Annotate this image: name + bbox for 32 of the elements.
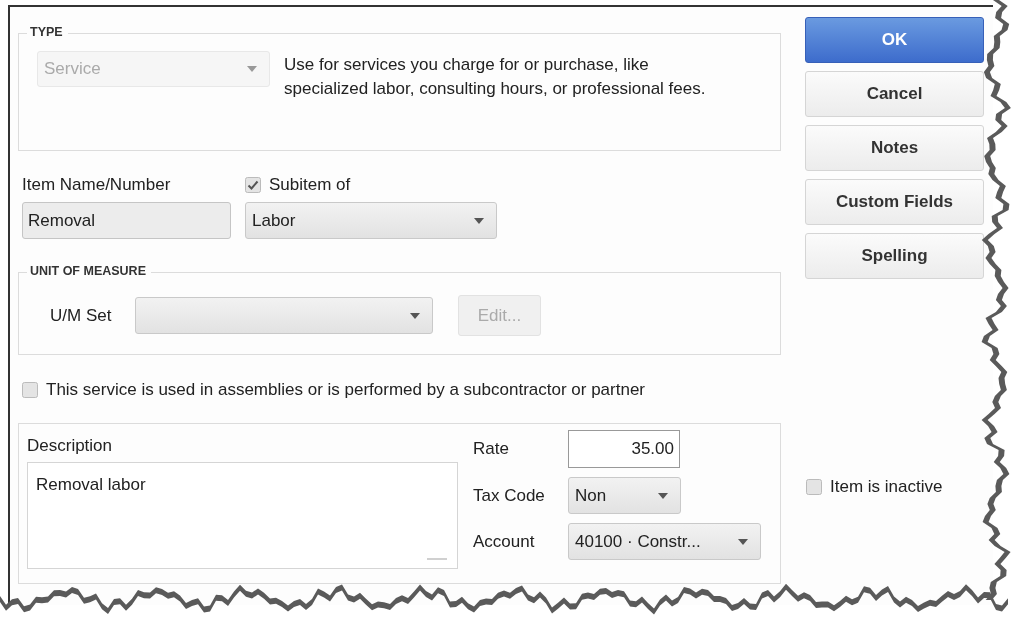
field-label: Account	[473, 531, 535, 552]
type-description: Use for services you charge for or purchase, like specialized labor, consulting hours, or professional fees.	[284, 54, 707, 100]
checkbox[interactable]	[22, 382, 38, 398]
field-label: Rate	[473, 439, 509, 459]
dropdown[interactable]	[135, 297, 433, 334]
dialog-button[interactable]: Notes	[805, 125, 984, 171]
caret-icon	[410, 312, 420, 319]
checkbox-label: Item is inactive	[830, 477, 943, 497]
field-label: Item Name/Number	[22, 175, 172, 195]
dropdown[interactable]: Labor	[245, 202, 497, 239]
dialog-button[interactable]: Spelling	[805, 233, 984, 279]
caret-icon	[247, 66, 257, 72]
ok-button[interactable]: OK	[805, 17, 984, 63]
caret-icon	[474, 217, 484, 224]
checkbox[interactable]	[245, 177, 261, 193]
rate-field[interactable]: 35.00	[568, 430, 680, 468]
checkbox-label: This service is used in assemblies or is performed by a subcontractor or partner	[46, 380, 646, 400]
checkbox[interactable]	[806, 479, 822, 495]
field-label: U/M Set	[50, 305, 113, 326]
field-label: Tax Code	[473, 485, 545, 506]
item-name-field[interactable]: Removal	[22, 202, 231, 239]
checkbox-label: Subitem of	[269, 175, 351, 195]
group-title: TYPE	[27, 25, 68, 39]
group-title: UNIT OF MEASURE	[27, 264, 151, 278]
caret-icon	[738, 538, 748, 545]
caret-icon	[658, 492, 668, 499]
dropdown[interactable]: 40100 · Constr...	[568, 523, 761, 560]
dialog-button[interactable]: Custom Fields	[805, 179, 984, 225]
dropdown[interactable]: Non	[568, 477, 681, 514]
description-field[interactable]: Removal labor	[27, 462, 458, 569]
field-label: Description	[27, 436, 114, 456]
dialog-button[interactable]: Cancel	[805, 71, 984, 117]
